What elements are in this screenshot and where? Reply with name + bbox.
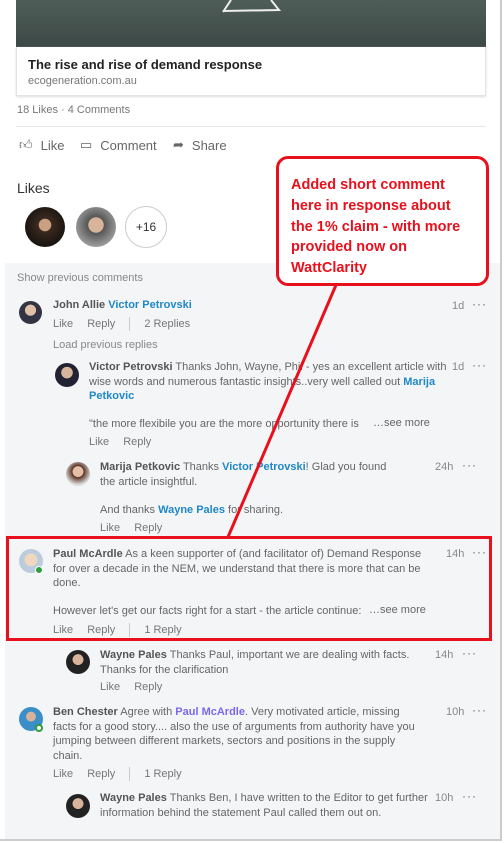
screenshot-frame <box>0 0 502 841</box>
